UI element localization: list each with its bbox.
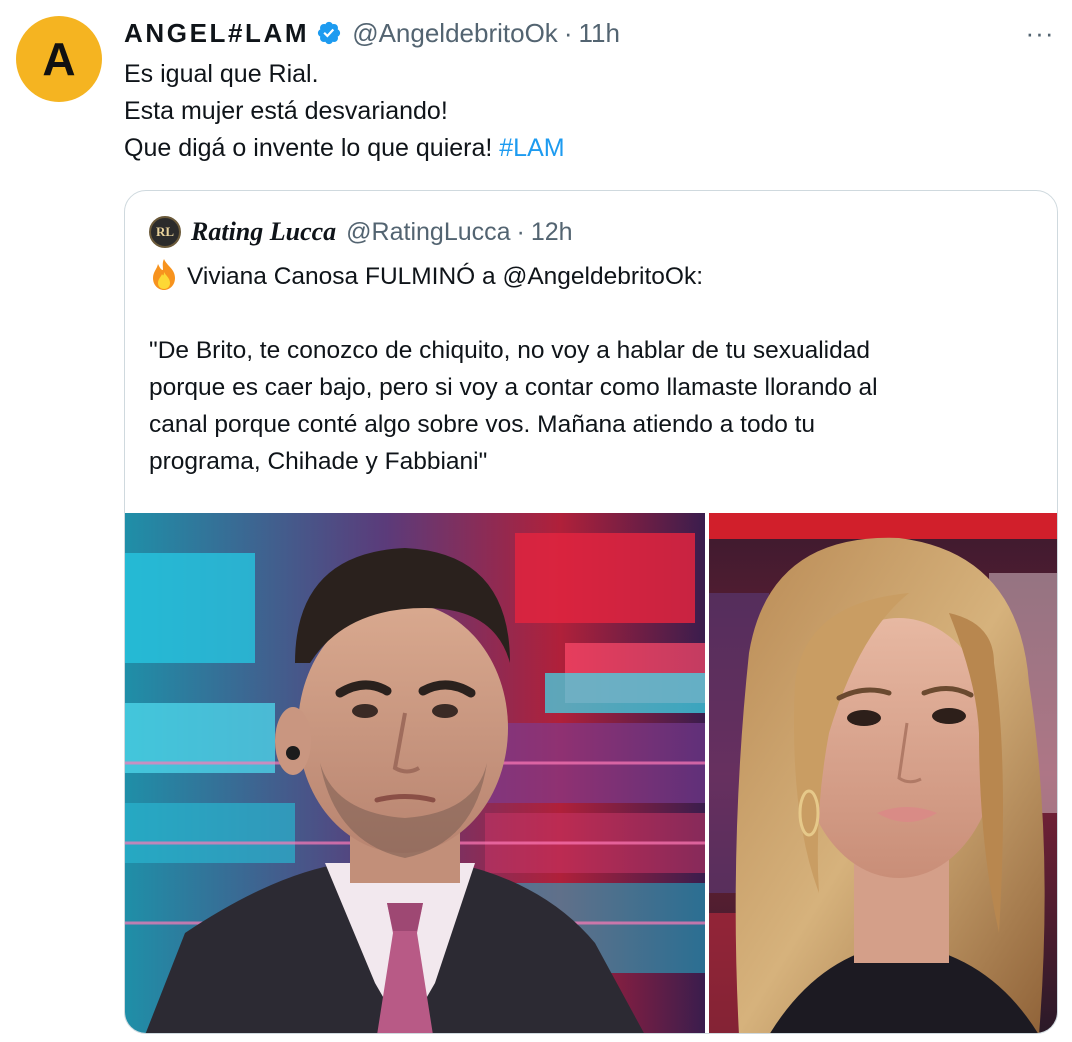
tweet[interactable]: A ANGEL#LAM @AngeldebritoOk · 11h ··· Es… bbox=[0, 0, 1072, 1042]
quoted-display-name[interactable]: Rating Lucca bbox=[191, 217, 336, 247]
quoted-user-handle[interactable]: @RatingLucca bbox=[346, 218, 510, 247]
user-handle[interactable]: @AngeldebritoOk bbox=[352, 18, 558, 49]
hashtag-link[interactable]: #LAM bbox=[499, 134, 564, 162]
tweet-text: Es igual que Rial. Esta mujer está desva… bbox=[124, 56, 1024, 167]
media-photo-left[interactable] bbox=[125, 513, 705, 1033]
quoted-text-line: "De Brito, te conozco de chiquito, no vo… bbox=[149, 337, 871, 364]
tweet-header: ANGEL#LAM @AngeldebritoOk · 11h bbox=[124, 16, 620, 50]
quoted-timestamp[interactable]: 12h bbox=[531, 218, 573, 247]
separator-dot: · bbox=[516, 217, 525, 246]
fire-icon bbox=[149, 257, 179, 291]
tweet-timestamp[interactable]: 11h bbox=[578, 18, 619, 49]
media-photo-right[interactable] bbox=[705, 513, 1057, 1033]
avatar-letter: A bbox=[42, 33, 76, 85]
tweet-text-line: Es igual que Rial. bbox=[124, 60, 319, 88]
quoted-headline-line: Viviana Canosa FULMINÓ a @AngeldebritoOk… bbox=[149, 257, 1029, 295]
verified-badge-icon bbox=[316, 20, 342, 46]
quoted-text-line: programa, Chihade y Fabbiani" bbox=[149, 448, 488, 475]
quoted-tweet[interactable]: RL Rating Lucca @RatingLucca · 12h Vivia… bbox=[124, 190, 1058, 1034]
tweet-text-line: Que digá o invente lo que quiera! #LAM bbox=[124, 130, 1024, 167]
display-name[interactable]: ANGEL#LAM bbox=[124, 18, 309, 49]
avatar[interactable]: A bbox=[16, 16, 102, 102]
quoted-avatar[interactable]: RL bbox=[149, 216, 181, 248]
quoted-headline: Viviana Canosa FULMINÓ a @AngeldebritoOk… bbox=[187, 263, 704, 290]
quoted-text-line: canal porque conté algo sobre vos. Mañan… bbox=[149, 411, 816, 438]
tweet-text-line: Esta mujer está desvariando! bbox=[124, 97, 448, 125]
more-options-icon[interactable]: ··· bbox=[1020, 18, 1060, 48]
quoted-media[interactable] bbox=[125, 513, 1057, 1033]
quoted-text-line: porque es caer bajo, pero si voy a conta… bbox=[149, 374, 878, 401]
quoted-tweet-header: RL Rating Lucca @RatingLucca · 12h bbox=[149, 215, 573, 249]
separator-dot: · bbox=[563, 17, 573, 48]
quoted-tweet-text: Viviana Canosa FULMINÓ a @AngeldebritoOk… bbox=[149, 257, 1029, 480]
tweet-text-segment: Que digá o invente lo que quiera! bbox=[124, 134, 500, 162]
